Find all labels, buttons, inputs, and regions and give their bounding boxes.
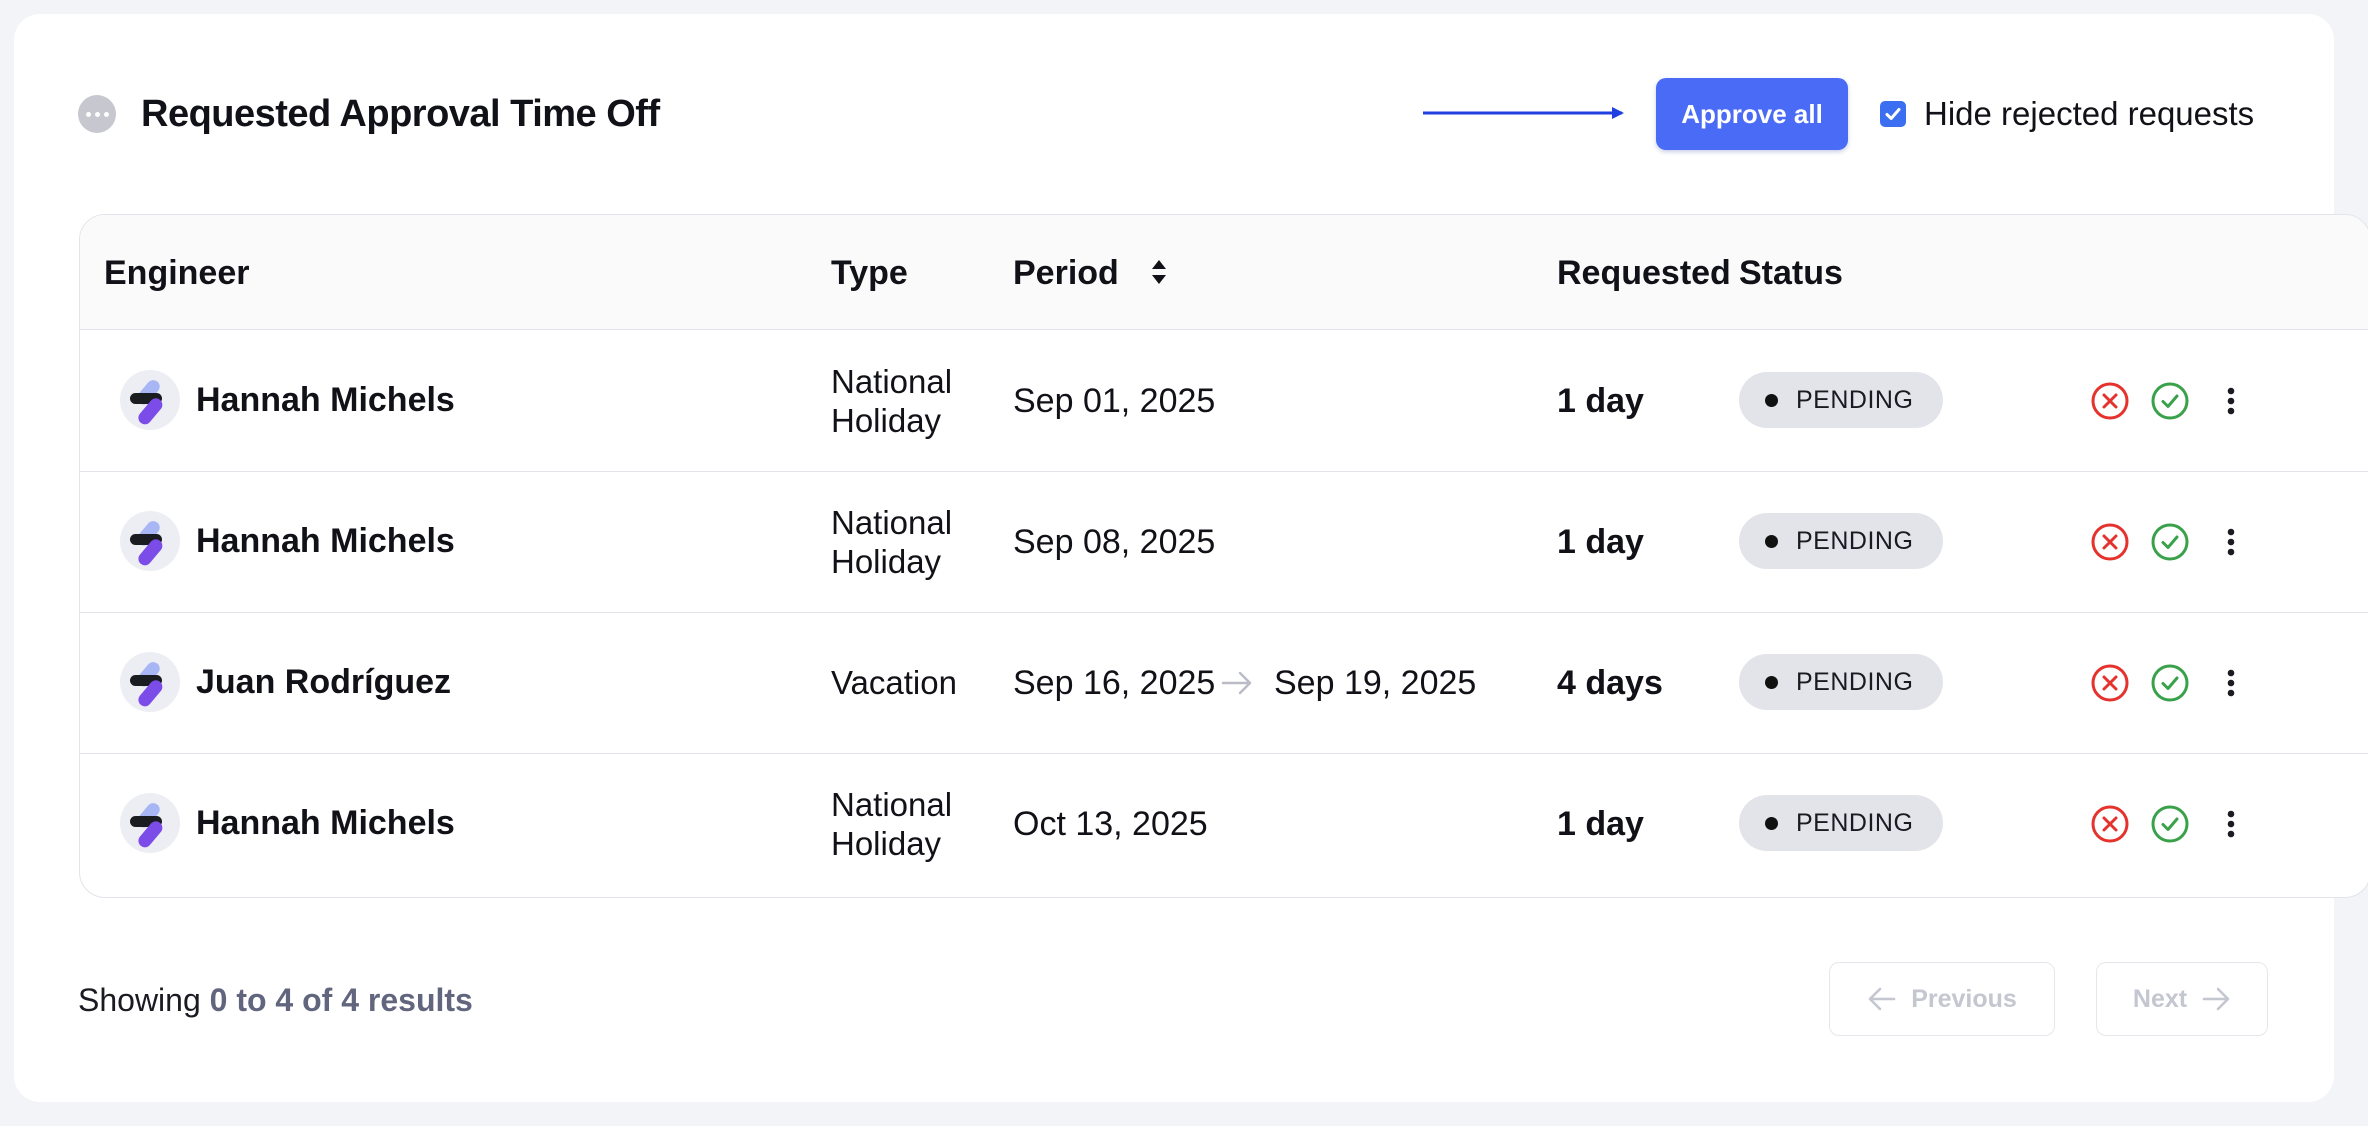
requested-duration: 1 day (1557, 523, 1644, 561)
x-circle-icon (2091, 805, 2129, 843)
x-circle-icon (2091, 664, 2129, 702)
avatar (120, 652, 180, 712)
column-header-requested: Requested (1557, 254, 1731, 292)
approve-all-button[interactable]: Approve all (1656, 78, 1848, 150)
more-vertical-icon (2227, 387, 2235, 415)
status-label: PENDING (1796, 385, 1914, 414)
leave-type-line1: Vacation (831, 664, 957, 701)
avatar (120, 370, 180, 430)
leave-type-line2: Holiday (831, 543, 942, 580)
next-label: Next (2132, 984, 2188, 1013)
approve-button[interactable] (2150, 381, 2190, 421)
approve-button[interactable] (2150, 522, 2190, 562)
more-vertical-icon (2227, 810, 2235, 838)
leave-type: National Holiday (831, 362, 952, 440)
arrow-left-icon (1868, 987, 1896, 1011)
leave-type: Vacation (831, 663, 957, 702)
period-end: Sep 19, 2025 (1274, 664, 1477, 702)
results-summary: Showing 0 to 4 of 4 results (78, 980, 473, 1020)
status-dot (1765, 393, 1778, 407)
approve-button[interactable] (2150, 804, 2190, 844)
leave-type: National Holiday (831, 785, 952, 863)
check-circle-icon (2151, 382, 2189, 420)
status-badge: PENDING (1739, 513, 1944, 569)
reject-button[interactable] (2090, 381, 2130, 421)
leave-type-line1: National (831, 363, 953, 400)
engineer-name: Hannah Michels (196, 804, 455, 842)
avatar-logo-icon (130, 662, 163, 707)
period-start: Oct 13, 2025 (1013, 805, 1208, 843)
previous-label: Previous (1911, 984, 2017, 1013)
status-badge: PENDING (1739, 654, 1944, 710)
column-header-status: Status (1739, 254, 1843, 292)
period-start: Sep 08, 2025 (1013, 523, 1216, 561)
arrow-right-icon (1221, 671, 1252, 695)
status-dot (1765, 675, 1778, 689)
column-header-period[interactable]: Period (1013, 253, 1168, 293)
engineer-name: Juan Rodríguez (196, 663, 452, 701)
table-row: Hannah Michels National Holiday Sep 01, … (80, 330, 2368, 472)
column-header-period-label: Period (1013, 254, 1119, 292)
next-button[interactable]: Next (2096, 962, 2268, 1036)
column-header-engineer: Engineer (104, 254, 250, 292)
approve-button[interactable] (2150, 663, 2190, 703)
checkmark-icon (1885, 108, 1901, 120)
status-label: PENDING (1796, 526, 1914, 555)
reject-button[interactable] (2090, 804, 2130, 844)
row-more-menu[interactable] (2211, 522, 2251, 562)
status-label: PENDING (1796, 808, 1914, 837)
table-row: Hannah Michels National Holiday Sep 08, … (80, 471, 2368, 613)
row-more-menu[interactable] (2211, 381, 2251, 421)
status-dot (1765, 534, 1778, 548)
requested-duration: 1 day (1557, 805, 1644, 843)
arrow-right-icon (2202, 987, 2230, 1011)
x-circle-icon (2091, 382, 2129, 420)
leave-type-line2: Holiday (831, 825, 942, 862)
requested-duration: 1 day (1557, 382, 1644, 420)
avatar-logo-icon (130, 521, 163, 566)
avatar-logo-icon (130, 380, 163, 425)
avatar (120, 511, 180, 571)
hide-rejected-checkbox[interactable] (1880, 101, 1906, 127)
time-off-table: Engineer Type Period Requested Status Ha… (79, 214, 2368, 898)
check-circle-icon (2151, 805, 2189, 843)
leave-type-line1: National (831, 504, 953, 541)
status-label: PENDING (1796, 667, 1914, 696)
table-row: Juan Rodríguez Vacation Sep 16, 2025 Sep… (80, 612, 2368, 754)
results-summary-range: 0 to 4 of 4 results (209, 982, 473, 1018)
hide-rejected-label: Hide rejected requests (1924, 95, 2255, 132)
leave-type: National Holiday (831, 503, 952, 581)
page-title: Requested Approval Time Off (141, 93, 660, 135)
status-dot (1765, 816, 1778, 830)
table-row: Hannah Michels National Holiday Oct 13, … (80, 753, 2368, 894)
check-circle-icon (2151, 664, 2189, 702)
avatar-logo-icon (130, 803, 163, 848)
results-summary-prefix: Showing (78, 982, 201, 1018)
column-header-type: Type (831, 254, 908, 292)
engineer-name: Hannah Michels (196, 381, 455, 419)
more-vertical-icon (2227, 528, 2235, 556)
leave-type-line2: Holiday (831, 402, 942, 439)
x-circle-icon (2091, 523, 2129, 561)
engineer-name: Hannah Michels (196, 522, 455, 560)
period-start: Sep 16, 2025 (1013, 664, 1216, 702)
status-badge: PENDING (1739, 795, 1944, 851)
more-options-icon[interactable] (78, 95, 116, 133)
leave-type-line1: National (831, 786, 953, 823)
previous-button[interactable]: Previous (1829, 962, 2055, 1036)
avatar (120, 793, 180, 853)
reject-button[interactable] (2090, 522, 2130, 562)
hide-rejected-toggle[interactable]: Hide rejected requests (1880, 95, 2254, 133)
more-vertical-icon (2227, 669, 2235, 697)
requested-duration: 4 days (1557, 664, 1663, 702)
status-badge: PENDING (1739, 372, 1944, 428)
reject-button[interactable] (2090, 663, 2130, 703)
row-more-menu[interactable] (2211, 804, 2251, 844)
sort-icon[interactable] (1150, 258, 1168, 286)
check-circle-icon (2151, 523, 2189, 561)
period-start: Sep 01, 2025 (1013, 382, 1216, 420)
row-more-menu[interactable] (2211, 663, 2251, 703)
table-header: Engineer Type Period Requested Status (80, 215, 2368, 330)
